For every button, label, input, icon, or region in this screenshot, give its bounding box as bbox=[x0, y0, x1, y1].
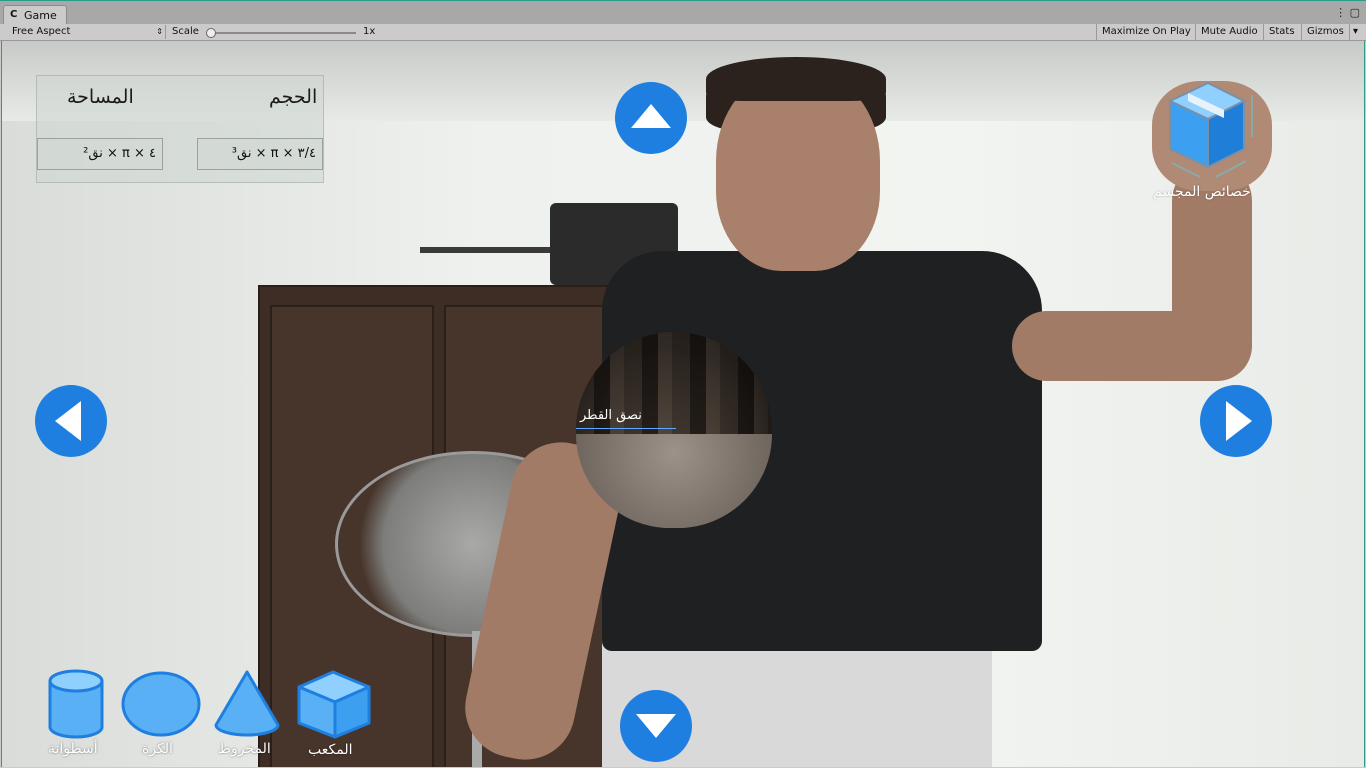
cube-icon bbox=[297, 670, 371, 739]
left-arrow-icon bbox=[55, 401, 81, 441]
editor-tab-bar: C Game ⋮ ▢ bbox=[0, 0, 1366, 25]
up-arrow-icon bbox=[631, 104, 671, 128]
game-view-toolbar: Free Aspect ⇕ Scale 1x Maximize On Play … bbox=[0, 24, 1366, 41]
up-arrow-button[interactable] bbox=[615, 82, 687, 154]
volume-formula: ٣/٤ × π × نق³ bbox=[197, 138, 323, 170]
cube-label: المكعب bbox=[308, 742, 353, 758]
maximize-on-play-toggle[interactable]: Maximize On Play bbox=[1096, 24, 1196, 40]
volume-header: الحجم bbox=[269, 86, 318, 108]
right-arrow-button[interactable] bbox=[1200, 385, 1272, 457]
cylinder-button[interactable] bbox=[46, 669, 106, 739]
down-arrow-icon bbox=[636, 714, 676, 738]
updown-arrow-icon: ⇕ bbox=[156, 27, 163, 36]
window-controls[interactable]: ⋮ ▢ bbox=[1335, 6, 1360, 19]
radius-line bbox=[576, 428, 676, 429]
scale-slider[interactable] bbox=[206, 28, 356, 38]
left-arrow-button[interactable] bbox=[35, 385, 107, 457]
cone-button[interactable] bbox=[212, 669, 282, 739]
sphere-3d-object[interactable] bbox=[576, 332, 772, 528]
game-viewport: نصق القطر المساحة الحجم ٤ × π × نق² ٣/٤ … bbox=[1, 41, 1365, 767]
gizmos-dropdown-arrow[interactable]: ▾ bbox=[1349, 24, 1361, 40]
stats-toggle[interactable]: Stats bbox=[1263, 24, 1300, 40]
radius-label: نصق القطر bbox=[580, 408, 642, 423]
formula-panel: المساحة الحجم ٤ × π × نق² ٣/٤ × π × نق³ bbox=[36, 75, 324, 183]
scale-label: Scale bbox=[172, 26, 199, 37]
mute-audio-toggle[interactable]: Mute Audio bbox=[1195, 24, 1263, 40]
cylinder-icon bbox=[48, 669, 104, 739]
game-tab-label: Game bbox=[24, 9, 57, 22]
person-head bbox=[716, 71, 880, 271]
cube-button[interactable] bbox=[295, 669, 375, 741]
sphere-icon bbox=[121, 671, 201, 737]
object-properties-label: خصائص المجسم bbox=[1153, 184, 1251, 200]
area-formula: ٤ × π × نق² bbox=[37, 138, 163, 170]
scale-value: 1x bbox=[363, 26, 376, 37]
area-header: المساحة bbox=[67, 86, 134, 108]
person-hair-top bbox=[706, 57, 886, 101]
cone-label: المخروط bbox=[218, 741, 271, 757]
scale-slider-knob[interactable] bbox=[206, 28, 216, 38]
box-dimensions-icon bbox=[1167, 81, 1253, 178]
unity-logo-icon: C bbox=[10, 9, 18, 20]
aspect-value: Free Aspect bbox=[12, 26, 71, 37]
cylinder-label: أسطوانة bbox=[48, 741, 98, 757]
down-arrow-button[interactable] bbox=[620, 690, 692, 762]
object-properties-button[interactable] bbox=[1152, 73, 1262, 183]
gizmos-toggle[interactable]: Gizmos bbox=[1301, 24, 1349, 40]
cone-icon bbox=[214, 670, 280, 737]
sphere-label: الكرة bbox=[142, 741, 173, 757]
sphere-button[interactable] bbox=[120, 671, 202, 737]
aspect-dropdown[interactable]: Free Aspect ⇕ bbox=[5, 25, 166, 39]
right-arrow-icon bbox=[1226, 401, 1252, 441]
game-tab[interactable]: C Game bbox=[3, 5, 67, 25]
